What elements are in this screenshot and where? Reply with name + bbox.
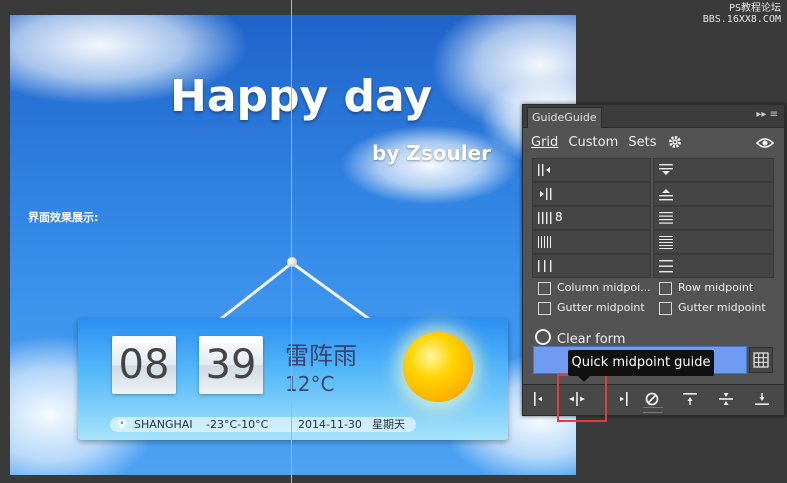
rows-field[interactable]	[653, 206, 774, 230]
quick-right-guide-button[interactable]	[607, 387, 637, 411]
location-pin-icon	[118, 419, 126, 429]
right-margin-icon	[540, 188, 552, 200]
checkbox-label: Column midpoi...	[557, 281, 651, 294]
column-width-icon	[538, 236, 551, 248]
widget-weekday: 星期天	[372, 418, 405, 431]
rows-icon	[659, 212, 673, 224]
grid-notation-button[interactable]	[749, 347, 773, 373]
panel-titlebar[interactable]: GuideGuide ▸▸ ≡	[523, 105, 784, 128]
right-margin-field[interactable]	[532, 182, 651, 206]
hanging-pin	[287, 257, 297, 267]
tab-custom[interactable]: Custom	[568, 135, 618, 150]
checkbox-box[interactable]	[538, 282, 551, 295]
clear-form-label: Clear form	[557, 332, 626, 347]
left-margin-icon	[538, 164, 550, 176]
checkbox-label: Gutter midpoint	[557, 301, 645, 314]
middle-guide-icon	[719, 393, 733, 405]
left-margin-field[interactable]	[532, 158, 651, 182]
column-gutter-field[interactable]	[532, 254, 651, 278]
column-width-field[interactable]	[532, 230, 651, 254]
checkbox-label: Gutter midpoint	[678, 301, 766, 314]
panel-tabs: Grid Custom Sets	[531, 135, 663, 150]
top-guide-icon	[683, 393, 697, 405]
row-height-field[interactable]	[653, 230, 774, 254]
visibility-eye-icon[interactable]	[756, 137, 774, 149]
weather-temperature: 12°C	[285, 372, 335, 396]
tab-sets[interactable]: Sets	[628, 135, 656, 150]
quick-bottom-guide-button[interactable]	[747, 387, 777, 411]
temperature-range: -23°C-10°C	[206, 418, 269, 431]
bottom-margin-icon	[659, 189, 673, 201]
vertical-guide[interactable]	[291, 0, 292, 483]
column-gutter-icon	[538, 260, 552, 272]
clear-form-button[interactable]: Clear form	[535, 327, 625, 347]
settings-gear-icon[interactable]	[668, 135, 682, 149]
tab-grid[interactable]: Grid	[531, 135, 558, 150]
location-city: SHANGHAI	[134, 418, 193, 431]
checkbox-box[interactable]	[659, 302, 672, 315]
watermark: PS教程论坛 BBS.16XX8.COM	[703, 3, 781, 25]
collapse-icon[interactable]: ▸▸	[756, 109, 766, 120]
top-margin-field[interactable]	[653, 158, 774, 182]
location-bar: SHANGHAI -23°C-10°C 2014-11-30 星期天	[110, 417, 416, 432]
resize-grip[interactable]	[643, 407, 663, 413]
left-guide-icon	[534, 392, 542, 406]
row-height-icon	[659, 236, 673, 249]
weather-condition: 雷阵雨	[285, 342, 357, 370]
quick-left-guide-button[interactable]	[525, 387, 555, 411]
bottom-margin-field[interactable]	[653, 182, 774, 206]
sun-icon	[403, 332, 473, 402]
watermark-line2: BBS.16XX8.COM	[702, 14, 781, 25]
panel-tab[interactable]: GuideGuide	[527, 107, 602, 128]
widget-date: 2014-11-30	[298, 418, 362, 431]
minute-tile: 39	[199, 336, 263, 394]
quick-middle-guide-button[interactable]	[711, 387, 741, 411]
columns-field[interactable]: 8	[532, 206, 651, 230]
columns-value: 8	[555, 210, 563, 224]
watermark-line1: PS教程论坛	[728, 3, 781, 14]
row-gutter-field[interactable]	[653, 254, 774, 278]
grid-icon	[753, 352, 769, 368]
checkbox-label: Row midpoint	[678, 281, 754, 294]
clear-guides-icon	[645, 392, 659, 406]
clear-form-icon	[535, 329, 551, 345]
checkbox-box[interactable]	[659, 282, 672, 295]
document-canvas[interactable]: Happy day by Zsouler 界面效果展示: 08 39 雷阵雨 1…	[10, 15, 576, 475]
columns-icon	[538, 212, 552, 224]
panel-controls[interactable]: ▸▸ ≡	[756, 109, 778, 120]
top-margin-icon	[659, 164, 673, 175]
tooltip: Quick midpoint guide	[568, 350, 714, 382]
checkbox-box[interactable]	[538, 302, 551, 315]
panel-menu-icon[interactable]: ≡	[770, 109, 778, 120]
right-guide-icon	[620, 392, 628, 406]
hour-tile: 08	[112, 336, 176, 394]
quick-top-guide-button[interactable]	[675, 387, 705, 411]
weather-widget: 08 39 雷阵雨 12°C SHANGHAI -23°C-10°C 2014-…	[78, 318, 508, 440]
row-gutter-icon	[659, 260, 673, 273]
bottom-guide-icon	[755, 393, 769, 405]
